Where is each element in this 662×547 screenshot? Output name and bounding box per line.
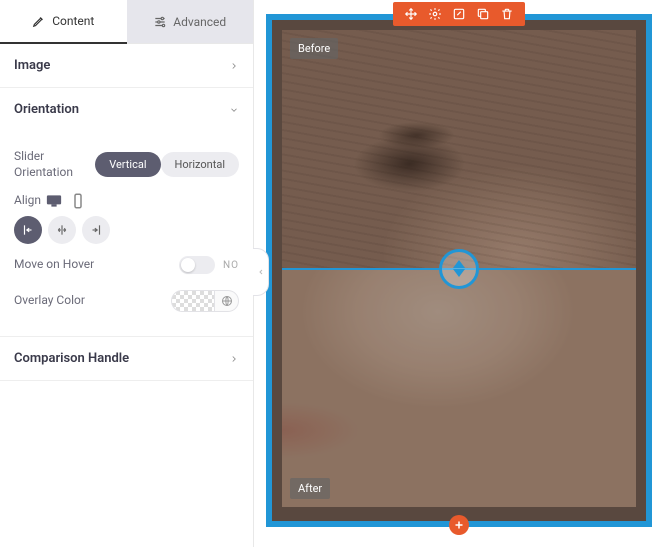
- sliders-icon: [153, 15, 167, 29]
- edit-icon: [452, 7, 466, 21]
- chevron-right-icon: [229, 61, 239, 71]
- comparison-widget: Before After: [282, 30, 636, 507]
- after-image: [282, 269, 636, 508]
- responsive-device-tabs: [45, 192, 87, 210]
- add-section-button[interactable]: [449, 515, 469, 535]
- move-on-hover-row: Move on Hover NO: [14, 248, 239, 282]
- section-image-label: Image: [14, 58, 50, 73]
- chevron-down-icon: [229, 105, 239, 115]
- align-row: Align: [14, 188, 239, 248]
- toolbar-settings[interactable]: [427, 6, 443, 22]
- slider-orientation-label: Slider Orientation: [14, 149, 94, 180]
- chevron-left-icon: [257, 266, 265, 278]
- align-left[interactable]: [14, 216, 42, 244]
- panel-collapse-handle[interactable]: [253, 248, 269, 296]
- align-right[interactable]: [82, 216, 110, 244]
- slider-orientation-row: Slider Orientation Vertical Horizontal: [14, 141, 239, 188]
- section-orientation[interactable]: Orientation: [0, 88, 253, 131]
- widget-toolbar: [393, 2, 525, 26]
- overlay-color-swatch[interactable]: [171, 290, 215, 312]
- section-comparison-handle-label: Comparison Handle: [14, 351, 129, 366]
- desktop-icon: [45, 192, 63, 210]
- move-icon: [404, 7, 418, 21]
- overlay-color-row: Overlay Color: [14, 282, 239, 320]
- section-orientation-label: Orientation: [14, 102, 79, 117]
- move-on-hover-value: NO: [223, 260, 239, 271]
- toolbar-edit[interactable]: [451, 6, 467, 22]
- move-on-hover-toggle[interactable]: [179, 256, 215, 274]
- tab-advanced[interactable]: Advanced: [127, 0, 254, 44]
- before-badge: Before: [290, 38, 338, 59]
- align-left-icon: [21, 223, 35, 237]
- overlay-color-global[interactable]: [215, 290, 239, 312]
- align-center[interactable]: [48, 216, 76, 244]
- section-comparison-handle[interactable]: Comparison Handle: [0, 337, 253, 381]
- align-buttons: [14, 216, 239, 244]
- device-mobile[interactable]: [69, 192, 87, 210]
- comparison-handle[interactable]: [439, 249, 479, 289]
- after-badge: After: [290, 478, 330, 499]
- orientation-body: Slider Orientation Vertical Horizontal A…: [0, 131, 253, 337]
- arrow-down-icon: [453, 269, 465, 277]
- align-label: Align: [14, 193, 41, 209]
- orientation-vertical[interactable]: Vertical: [95, 152, 160, 177]
- overlay-color-label: Overlay Color: [14, 293, 85, 309]
- align-center-icon: [55, 223, 69, 237]
- duplicate-icon: [476, 7, 490, 21]
- chevron-right-icon: [229, 354, 239, 364]
- section-image[interactable]: Image: [0, 44, 253, 88]
- device-desktop[interactable]: [45, 192, 63, 210]
- tab-content-label: Content: [52, 14, 94, 28]
- widget-frame[interactable]: Before After: [266, 14, 652, 527]
- orientation-segmented: Vertical Horizontal: [95, 152, 239, 177]
- arrow-up-icon: [453, 260, 465, 268]
- before-image: [282, 30, 636, 269]
- tab-content[interactable]: Content: [0, 0, 127, 44]
- mobile-icon: [69, 192, 87, 210]
- trash-icon: [500, 7, 514, 21]
- tab-advanced-label: Advanced: [173, 15, 226, 29]
- settings-sidebar: Content Advanced Image Orientation Slide…: [0, 0, 254, 547]
- preview-canvas: Before After: [254, 0, 662, 547]
- orientation-horizontal[interactable]: Horizontal: [161, 152, 240, 177]
- pencil-icon: [32, 14, 46, 28]
- toolbar-duplicate[interactable]: [475, 6, 491, 22]
- tabs: Content Advanced: [0, 0, 253, 44]
- globe-icon: [221, 295, 233, 307]
- plus-icon: [453, 519, 465, 531]
- gear-icon: [428, 7, 442, 21]
- toolbar-move[interactable]: [403, 6, 419, 22]
- align-right-icon: [89, 223, 103, 237]
- toolbar-delete[interactable]: [499, 6, 515, 22]
- move-on-hover-label: Move on Hover: [14, 257, 94, 273]
